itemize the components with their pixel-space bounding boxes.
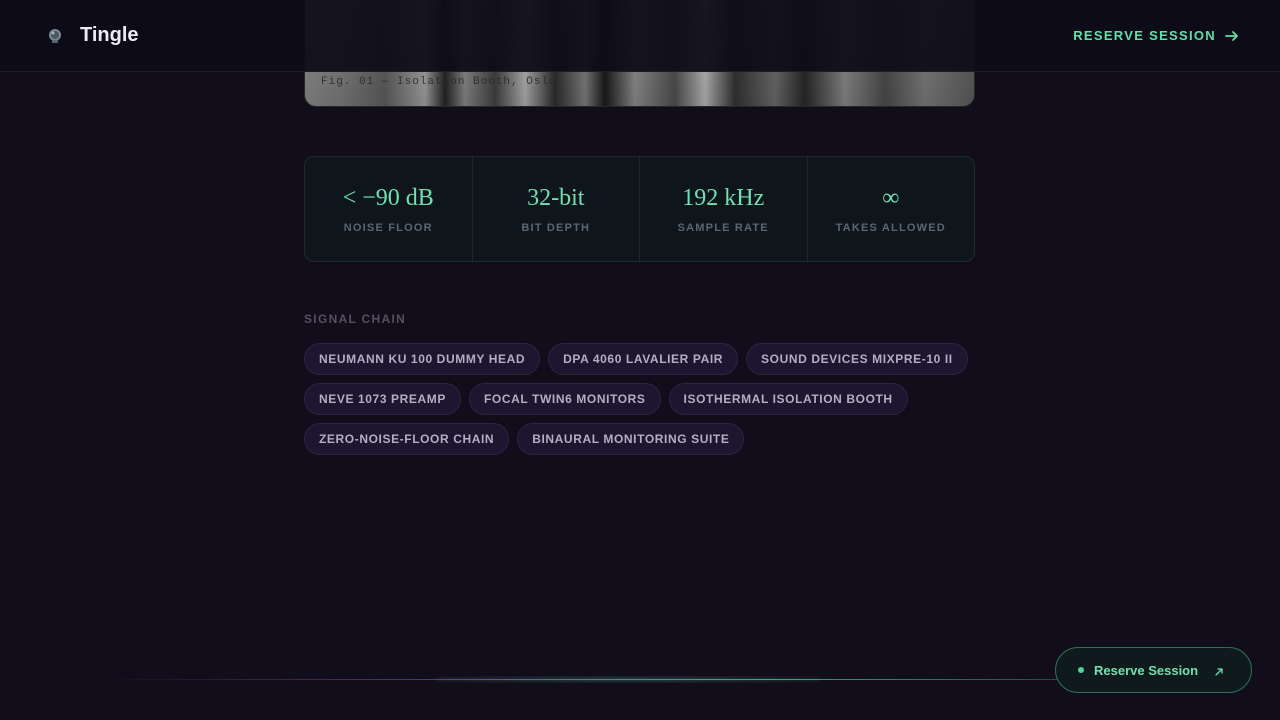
arrow-right-icon: [1224, 28, 1240, 44]
reserve-session-button[interactable]: Reserve Session: [1055, 647, 1252, 693]
stat-value: 192 kHz: [682, 184, 765, 211]
stat-label: TAKES ALLOWED: [835, 221, 946, 234]
stat-bit-depth: 32-bit BIT DEPTH: [473, 157, 640, 261]
stat-noise-floor: < −90 dB NOISE FLOOR: [305, 157, 473, 261]
microphone-icon: [46, 27, 64, 45]
stat-value: ∞: [882, 184, 900, 211]
stat-value: < −90 dB: [342, 184, 434, 211]
brand[interactable]: Tingle: [46, 24, 139, 47]
signal-chain-chip[interactable]: BINAURAL MONITORING SUITE: [517, 423, 745, 455]
signal-chain-chip[interactable]: ISOTHERMAL ISOLATION BOOTH: [668, 383, 908, 415]
stat-label: BIT DEPTH: [521, 221, 591, 234]
stat-label: NOISE FLOOR: [343, 221, 433, 234]
signal-chain-chip[interactable]: SOUND DEVICES MIXPRE-10 II: [746, 343, 968, 375]
status-dot-icon: [1078, 667, 1084, 673]
reserve-session-link[interactable]: RESERVE SESSION: [1073, 28, 1240, 44]
signal-chain-chip[interactable]: NEVE 1073 PREAMP: [304, 383, 461, 415]
signal-chain-chip[interactable]: NEUMANN KU 100 DUMMY HEAD: [304, 343, 541, 375]
stat-value: 32-bit: [527, 184, 585, 211]
reserve-session-label: RESERVE SESSION: [1073, 28, 1216, 43]
arrow-up-right-icon: [1214, 665, 1224, 676]
photo-caption: Fig. 01 — Isolation Booth, Oslo: [321, 76, 557, 88]
footer-divider: [100, 676, 1060, 683]
specs-card: < −90 dB NOISE FLOOR 32-bit BIT DEPTH 19…: [304, 156, 975, 262]
stat-label: SAMPLE RATE: [677, 221, 769, 234]
signal-chain-list: NEUMANN KU 100 DUMMY HEAD DPA 4060 LAVAL…: [304, 343, 984, 455]
brand-name: Tingle: [80, 24, 139, 46]
reserve-session-button-label: Reserve Session: [1094, 662, 1199, 678]
site-header: Tingle RESERVE SESSION: [0, 0, 1280, 72]
signal-chain-chip[interactable]: DPA 4060 LAVALIER PAIR: [548, 343, 739, 375]
signal-chain-chip[interactable]: ZERO-NOISE-FLOOR CHAIN: [304, 423, 510, 455]
stat-sample-rate: 192 kHz SAMPLE RATE: [640, 157, 808, 261]
stat-takes-allowed: ∞ TAKES ALLOWED: [808, 157, 975, 261]
signal-chain-title: SIGNAL CHAIN: [304, 312, 407, 326]
signal-chain-chip[interactable]: FOCAL TWIN6 MONITORS: [468, 383, 661, 415]
